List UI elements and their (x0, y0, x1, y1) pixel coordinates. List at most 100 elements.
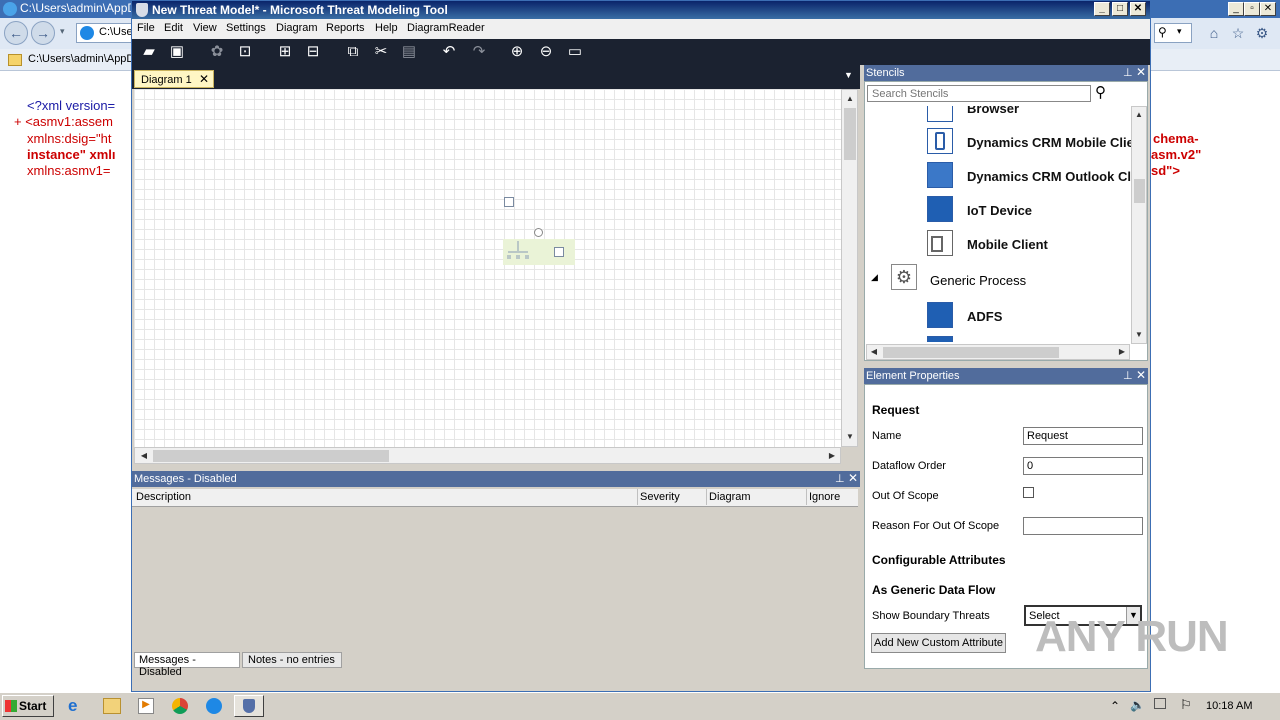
close-panel-icon[interactable]: ✕ (848, 471, 858, 485)
open-icon[interactable]: ▰ (140, 43, 158, 61)
media-player-taskbar-icon[interactable]: ▶ (138, 698, 154, 714)
stencil-vscroll[interactable]: ▲ ▼ (1131, 106, 1147, 344)
tmt-minimize-button[interactable]: _ (1094, 2, 1110, 16)
stencil-search-input[interactable] (867, 85, 1091, 102)
pin-icon[interactable]: ⊥ (835, 472, 845, 485)
redo-icon[interactable]: ↷ (470, 43, 488, 61)
network-icon[interactable] (1154, 698, 1166, 709)
stencil-browser[interactable]: Browser (967, 106, 1019, 116)
menu-help[interactable]: Help (375, 22, 398, 34)
copy-icon[interactable]: ⧉ (344, 43, 362, 61)
scroll-up-icon[interactable]: ▲ (1132, 108, 1146, 122)
save-icon[interactable]: ▣ (168, 43, 186, 61)
menu-file[interactable]: File (137, 22, 155, 34)
history-dropdown-icon[interactable]: ▾ (60, 26, 65, 37)
ie-close-button[interactable]: ✕ (1260, 2, 1276, 16)
column-ignore[interactable]: Ignore (809, 491, 840, 503)
menu-reports[interactable]: Reports (326, 22, 365, 34)
scroll-left-icon[interactable]: ◀ (137, 449, 151, 463)
scroll-thumb[interactable] (844, 108, 856, 160)
menu-diagramreader[interactable]: DiagramReader (407, 22, 485, 34)
dataflow-order-field[interactable]: 0 (1023, 457, 1143, 475)
menu-view[interactable]: View (193, 22, 217, 34)
explorer-taskbar-icon[interactable] (103, 698, 121, 714)
tab-diagram-1[interactable]: Diagram 1 ✕ (134, 70, 214, 88)
canvas-vscroll[interactable]: ▲ ▼ (841, 89, 858, 447)
reason-field[interactable] (1023, 517, 1143, 535)
paste-icon[interactable]: ▤ (400, 43, 418, 61)
back-icon[interactable]: ← (4, 21, 28, 45)
stencil-dynamics-crm-mobile[interactable]: Dynamics CRM Mobile Clier (967, 135, 1131, 150)
undo-icon[interactable]: ↶ (440, 43, 458, 61)
ie-taskbar-icon[interactable]: e (68, 696, 90, 716)
tmt-taskbar-button[interactable] (234, 695, 264, 717)
add-custom-attribute-button[interactable]: Add New Custom Attribute (871, 633, 1006, 653)
flow-handle[interactable] (504, 197, 514, 207)
ie-restore-button[interactable]: ▫ (1244, 2, 1260, 16)
rotate-handle[interactable] (534, 228, 543, 237)
analysis-view-icon[interactable]: ⊡ (236, 43, 254, 61)
search-box[interactable]: ⚲ ▾ (1154, 23, 1192, 43)
search-icon[interactable]: ⚲ (1158, 25, 1167, 39)
scroll-down-icon[interactable]: ▼ (843, 430, 857, 444)
scroll-left-icon[interactable]: ◀ (867, 345, 881, 359)
action-center-flag-icon[interactable]: ⚐ (1180, 697, 1192, 713)
stencil-mobile-client[interactable]: Mobile Client (967, 237, 1048, 252)
favorites-icon[interactable]: ☆ (1226, 22, 1250, 46)
close-tab-icon[interactable]: ✕ (199, 72, 209, 86)
zoom-in-icon[interactable]: ⊕ (508, 43, 526, 61)
dataflow-request[interactable] (503, 239, 575, 265)
chrome-taskbar-icon[interactable] (172, 698, 188, 714)
scroll-thumb[interactable] (1134, 179, 1145, 203)
ie-minimize-button[interactable]: _ (1228, 2, 1244, 16)
scroll-thumb[interactable] (153, 450, 389, 462)
out-of-scope-checkbox[interactable] (1023, 487, 1034, 498)
address-bar[interactable]: C:\Use (76, 23, 136, 43)
menu-diagram[interactable]: Diagram (276, 22, 318, 34)
diagram-canvas[interactable] (134, 89, 841, 447)
pin-icon[interactable]: ⊥ (1123, 369, 1133, 382)
tools-gear-icon[interactable]: ⚙ (1250, 22, 1274, 46)
scroll-thumb[interactable] (883, 347, 1059, 358)
show-hidden-icons-icon[interactable]: ⌃ (1110, 699, 1120, 713)
tmt-maximize-button[interactable]: □ (1112, 2, 1128, 16)
edge-taskbar-icon[interactable] (206, 698, 222, 714)
home-icon[interactable]: ⌂ (1202, 22, 1226, 46)
palette-icon[interactable]: ✿ (208, 43, 226, 61)
zoom-out-icon[interactable]: ⊖ (537, 43, 555, 61)
stencil-adfs[interactable]: ADFS (967, 309, 1002, 324)
close-panel-icon[interactable]: ✕ (1136, 368, 1146, 382)
flow-handle[interactable] (554, 247, 564, 257)
column-diagram[interactable]: Diagram (709, 491, 751, 503)
stencil-dynamics-crm-outlook[interactable]: Dynamics CRM Outlook Cli (967, 169, 1131, 184)
column-severity[interactable]: Severity (640, 491, 680, 503)
stencil-hscroll[interactable]: ◀ ▶ (866, 344, 1130, 360)
menu-edit[interactable]: Edit (164, 22, 183, 34)
search-icon[interactable]: ⚲ (1095, 83, 1106, 101)
tmt-close-button[interactable]: ✕ (1130, 2, 1146, 16)
name-field[interactable]: Request (1023, 427, 1143, 445)
scroll-up-icon[interactable]: ▲ (843, 92, 857, 106)
column-description[interactable]: Description (136, 491, 191, 503)
tab-list-dropdown-icon[interactable]: ▼ (844, 70, 853, 80)
ie-tab[interactable]: C:\Users\admin\AppD (4, 51, 132, 69)
start-button[interactable]: Start (2, 695, 54, 717)
forward-icon[interactable]: → (31, 21, 55, 45)
tab-notes[interactable]: Notes - no entries (242, 652, 342, 668)
scroll-right-icon[interactable]: ▶ (1115, 345, 1129, 359)
stencil-generic-process[interactable]: Generic Process (930, 273, 1026, 288)
scroll-right-icon[interactable]: ▶ (825, 449, 839, 463)
new-diagram-icon[interactable]: ⊞ (276, 43, 294, 61)
tab-messages[interactable]: Messages - Disabled (134, 652, 240, 678)
scroll-down-icon[interactable]: ▼ (1132, 328, 1146, 342)
menu-settings[interactable]: Settings (226, 22, 266, 34)
pin-icon[interactable]: ⊥ (1123, 66, 1133, 79)
close-panel-icon[interactable]: ✕ (1136, 65, 1146, 79)
volume-icon[interactable]: 🔈 (1130, 698, 1145, 712)
canvas-hscroll[interactable]: ◀ ▶ (134, 447, 841, 464)
search-dropdown-icon[interactable]: ▾ (1177, 26, 1182, 37)
collapse-arrow-icon[interactable]: ◢ (871, 272, 878, 283)
stencil-iot-device[interactable]: IoT Device (967, 203, 1032, 218)
delete-diagram-icon[interactable]: ⊟ (304, 43, 322, 61)
cut-icon[interactable]: ✂ (372, 43, 390, 61)
